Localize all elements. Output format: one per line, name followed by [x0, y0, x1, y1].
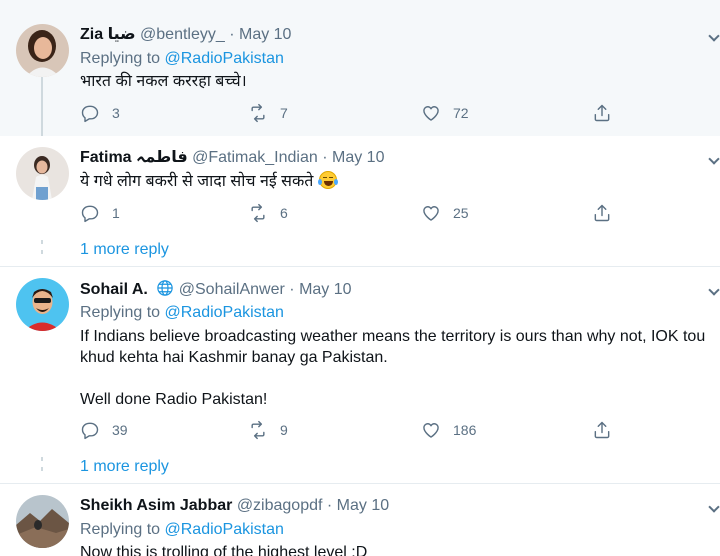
display-name[interactable]: Zia — [80, 26, 103, 43]
like-button[interactable]: 186 — [421, 419, 476, 441]
share-button[interactable] — [592, 102, 612, 124]
retweet-icon — [251, 203, 265, 223]
reply-icon — [81, 105, 99, 123]
share-button[interactable] — [592, 419, 612, 441]
thread-continuation-dots — [40, 240, 44, 260]
retweet-button[interactable]: 9 — [248, 419, 288, 441]
replying-label: Replying to — [80, 50, 165, 67]
separator: · — [224, 26, 239, 43]
user-handle[interactable]: @zibagopdf — [237, 497, 323, 514]
reply-count: 1 — [112, 205, 120, 221]
retweet-icon — [251, 420, 265, 440]
share-icon — [594, 204, 610, 222]
thread-line — [41, 76, 43, 136]
tweet-text: भारत की नकल कररहा बच्चे। — [80, 73, 247, 90]
retweet-button[interactable]: 6 — [248, 202, 288, 224]
more-replies-link[interactable]: 1 more reply — [80, 458, 169, 476]
like-icon — [423, 423, 439, 438]
thread-continuation-dots — [40, 457, 44, 477]
display-name-suffix: ضیا — [107, 26, 136, 43]
replying-to: Replying to @RadioPakistan — [80, 520, 284, 540]
like-count: 25 — [453, 205, 469, 221]
tweet-header: Sheikh Asim Jabbar @zibagopdf · May 10 — [80, 496, 389, 516]
like-count: 72 — [453, 105, 469, 121]
reply-icon — [81, 422, 99, 440]
tweet-date[interactable]: May 10 — [332, 149, 384, 166]
replying-handle-link[interactable]: @RadioPakistan — [165, 521, 284, 538]
display-name-suffix: فاطمہ — [136, 149, 188, 166]
reply-button[interactable]: 39 — [80, 419, 128, 441]
tweet-header: Zia ضیا @bentleyy_ · May 10 — [80, 25, 291, 45]
tweet-actions: 39 9 186 — [80, 419, 640, 441]
tweet-header: Sohail A. @SohailAnwer · May 10 — [80, 279, 352, 303]
retweet-count: 9 — [280, 422, 288, 438]
reply-icon — [81, 205, 99, 223]
retweet-icon — [251, 103, 265, 123]
tweet-date[interactable]: May 10 — [337, 497, 389, 514]
globe-icon — [156, 279, 174, 303]
like-icon — [423, 206, 439, 221]
reply-button[interactable]: 1 — [80, 202, 120, 224]
share-icon — [594, 421, 610, 439]
display-name[interactable]: Sohail A. — [80, 281, 148, 298]
share-button[interactable] — [592, 202, 612, 224]
replying-label: Replying to — [80, 304, 165, 321]
replying-handle-link[interactable]: @RadioPakistan — [165, 304, 284, 321]
avatar-sohail[interactable] — [16, 278, 69, 331]
more-replies-link[interactable]: 1 more reply — [80, 241, 169, 259]
tweet-header: Fatima فاطمہ @Fatimak_Indian · May 10 — [80, 148, 384, 168]
tweet-text: If Indians believe broadcasting weather … — [80, 326, 720, 410]
separator: · — [317, 149, 332, 166]
replying-to: Replying to @RadioPakistan — [80, 303, 284, 323]
retweet-count: 6 — [280, 205, 288, 221]
avatar-fatima[interactable] — [16, 147, 69, 200]
reply-count: 3 — [112, 105, 120, 121]
separator: · — [284, 281, 300, 298]
display-name[interactable]: Sheikh Asim Jabbar — [80, 497, 232, 514]
avatar-zia[interactable] — [16, 24, 69, 77]
avatar-image — [16, 24, 69, 77]
tweet-date[interactable]: May 10 — [239, 26, 291, 43]
replying-handle-link[interactable]: @RadioPakistan — [165, 50, 284, 67]
tweet-actions: 1 6 25 — [80, 202, 640, 224]
tweet-text: Now this is trolling of the highest leve… — [80, 544, 368, 556]
tweet-text-line: khud kehta hai Kashmir banay ga Pakistan… — [80, 349, 388, 366]
like-count: 186 — [453, 422, 477, 438]
avatar-image — [16, 147, 69, 200]
display-name[interactable]: Fatima — [80, 149, 132, 166]
tweet-text-line: If Indians believe broadcasting weather … — [80, 328, 706, 345]
retweet-count: 7 — [280, 105, 288, 121]
tweet-text-line: Well done Radio Pakistan! — [80, 391, 268, 408]
user-handle[interactable]: @SohailAnwer — [179, 281, 285, 298]
avatar-image — [16, 278, 69, 331]
separator: · — [322, 497, 337, 514]
tweet-text: ये गधे लोग बकरी से जादा सोच नई सकते — [80, 171, 339, 192]
replying-to: Replying to @RadioPakistan — [80, 49, 284, 69]
user-handle[interactable]: @bentleyy_ — [140, 26, 225, 43]
face-with-tears-of-joy-icon — [318, 171, 339, 189]
reply-button[interactable]: 3 — [80, 102, 120, 124]
share-icon — [594, 104, 610, 122]
avatar-sheikh[interactable] — [16, 495, 69, 548]
tweet-date[interactable]: May 10 — [299, 281, 351, 298]
like-button[interactable]: 72 — [421, 102, 469, 124]
replying-label: Replying to — [80, 521, 165, 538]
avatar-image — [16, 495, 69, 548]
tweet-actions: 3 7 72 — [80, 102, 640, 124]
like-icon — [423, 106, 439, 121]
retweet-button[interactable]: 7 — [248, 102, 288, 124]
user-handle[interactable]: @Fatimak_Indian — [192, 149, 318, 166]
like-button[interactable]: 25 — [421, 202, 469, 224]
tweet-text-content: ये गधे लोग बकरी से जादा सोच नई सकते — [80, 173, 314, 190]
reply-count: 39 — [112, 422, 128, 438]
